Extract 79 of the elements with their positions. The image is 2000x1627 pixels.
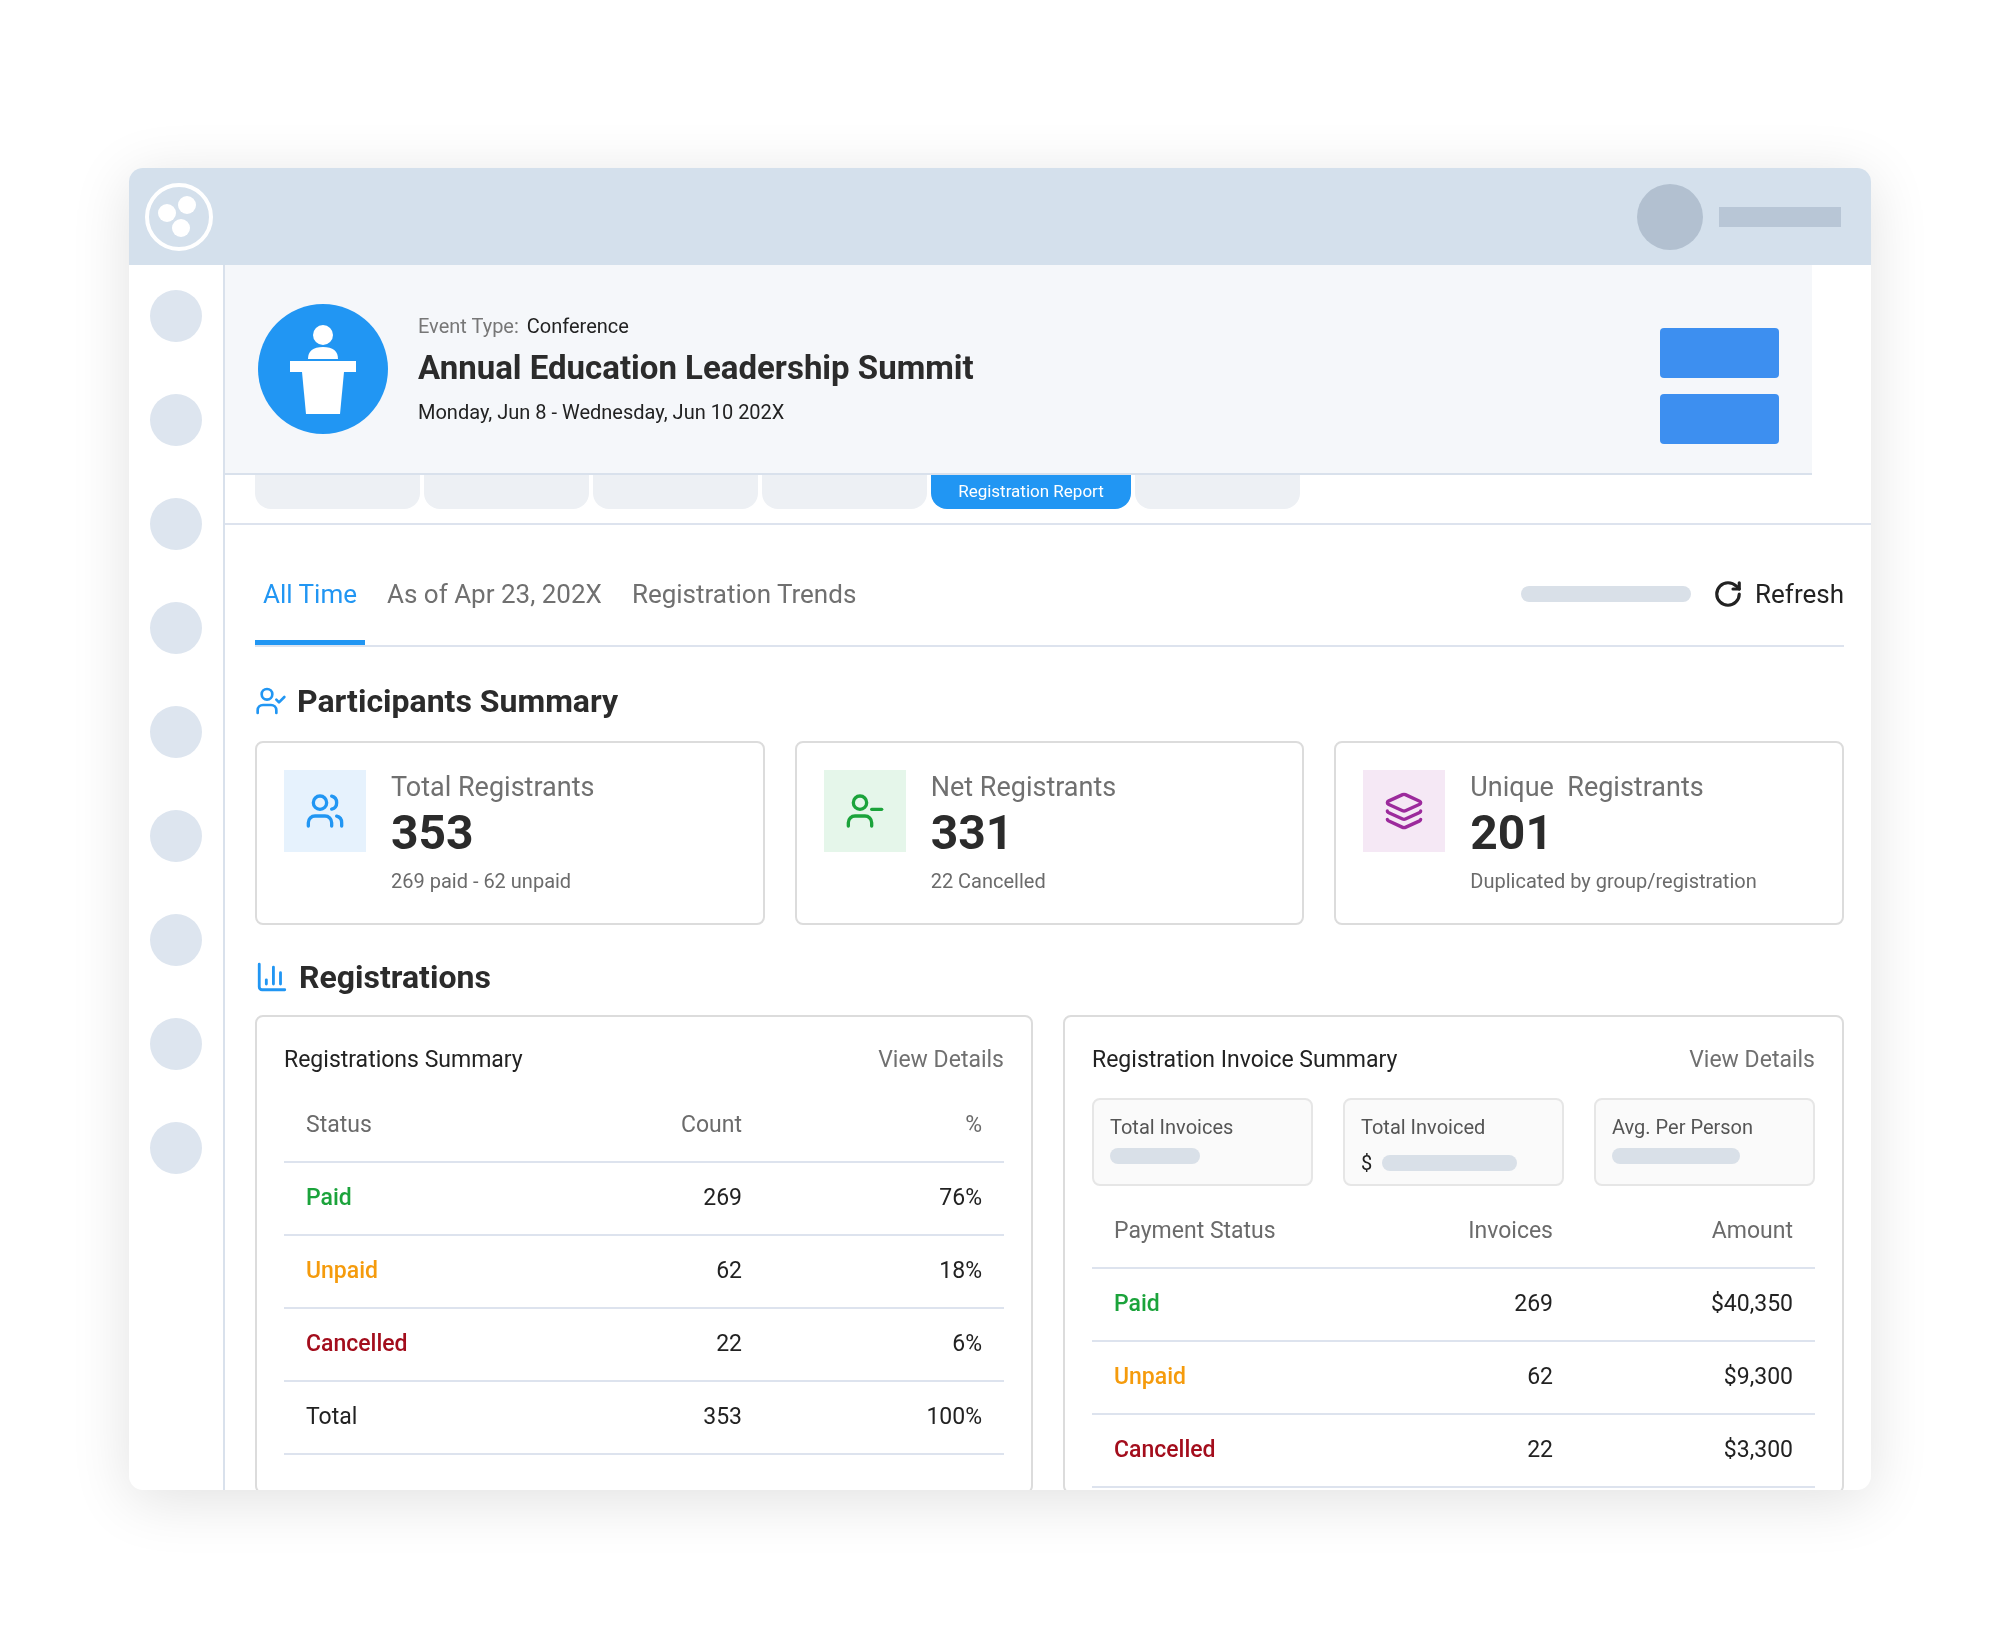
users-icon	[284, 770, 366, 852]
table-cell-text: 62	[715, 1255, 742, 1286]
refresh-button[interactable]: Refresh	[1713, 574, 1844, 614]
card-title: Net Registrants	[930, 770, 1117, 804]
logo-icon	[145, 182, 213, 251]
table-cell-text: $9,300	[1722, 1361, 1793, 1392]
sidebar-item[interactable]	[150, 290, 202, 342]
table-cell-text: Paid	[306, 1182, 353, 1213]
sidebar-item[interactable]	[150, 706, 202, 758]
sidebar-item[interactable]	[150, 914, 202, 966]
table-cell-text: 100%	[925, 1401, 982, 1432]
card-heading: Registration Invoice Summary	[1092, 1045, 1398, 1075]
table-cell-text: Total	[306, 1401, 359, 1432]
table-cell-text: 269	[1513, 1288, 1553, 1319]
nav-tab[interactable]	[593, 475, 758, 509]
nav-tab[interactable]	[762, 475, 927, 509]
stat-label: Total Invoiced	[1361, 1113, 1487, 1141]
event-dates: Monday, Jun 8 - Wednesday, Jun 10 202X	[418, 398, 786, 426]
stat-label: Total Invoices	[1110, 1113, 1235, 1141]
event-type-label: Event Type:	[418, 313, 519, 341]
nav-tab[interactable]	[1135, 475, 1300, 509]
column-header: Status	[306, 1109, 373, 1140]
card-title: Total Registrants	[391, 770, 595, 804]
table-cell-text: 22	[715, 1328, 742, 1359]
currency-symbol: $	[1361, 1149, 1373, 1177]
table-cell-text: 353	[702, 1401, 742, 1432]
card-title: Unique Registrants	[1470, 770, 1705, 804]
table-cell-text: 62	[1526, 1361, 1553, 1392]
card-value: 201	[1470, 804, 1554, 862]
nav-tab[interactable]: Registration Report	[931, 475, 1131, 509]
nav-tab[interactable]	[424, 475, 589, 509]
view-details-link[interactable]: View Details	[1689, 1043, 1815, 1078]
event-title: Annual Education Leadership Summit	[418, 347, 974, 390]
bar-chart-icon	[255, 960, 289, 994]
sidebar-item[interactable]	[150, 810, 202, 862]
column-header: %	[964, 1109, 982, 1140]
view-details-link[interactable]: View Details	[878, 1043, 1004, 1078]
card-value: 353	[391, 804, 475, 862]
table-cell-text: Unpaid	[306, 1255, 379, 1286]
table-cell-text: Cancelled	[1114, 1434, 1217, 1465]
sidebar-item[interactable]	[150, 498, 202, 550]
card-heading: Registrations Summary	[284, 1045, 523, 1075]
table-cell-text: Cancelled	[306, 1328, 409, 1359]
stat-label: Avg. Per Person	[1612, 1113, 1755, 1141]
table-cell-text: $40,350	[1709, 1288, 1793, 1319]
table-cell-text: 76%	[938, 1182, 982, 1213]
column-header: Invoices	[1467, 1215, 1553, 1246]
card-value: 331	[930, 804, 1015, 862]
table-cell-text: 18%	[938, 1255, 982, 1286]
card-note: 22 Cancelled	[930, 868, 1047, 895]
action-button[interactable]	[1660, 328, 1779, 378]
layers-icon	[1363, 770, 1446, 852]
refresh-icon	[1713, 579, 1744, 609]
sidebar-item[interactable]	[150, 1018, 202, 1070]
column-header: Payment Status	[1114, 1215, 1277, 1246]
event-type-value: Conference	[526, 313, 629, 341]
sidebar-item[interactable]	[150, 394, 202, 446]
card-note: Duplicated by group/registration	[1470, 868, 1757, 895]
section-title: Participants Summary	[297, 681, 619, 722]
table-cell-text: $3,300	[1722, 1434, 1793, 1465]
sidebar-item[interactable]	[150, 602, 202, 654]
person-check-icon	[255, 685, 287, 717]
action-button[interactable]	[1660, 394, 1779, 444]
section-title: Registrations	[299, 957, 491, 998]
table-cell-text: Paid	[1114, 1288, 1161, 1319]
sidebar-item[interactable]	[150, 1122, 202, 1174]
podium-icon	[258, 304, 388, 434]
column-header: Amount	[1710, 1215, 1793, 1246]
column-header: Count	[680, 1109, 742, 1140]
table-cell-text: Unpaid	[1114, 1361, 1187, 1392]
card-note: 269 paid - 62 unpaid	[391, 868, 573, 895]
table-cell-text: 269	[702, 1182, 742, 1213]
table-cell-text: 22	[1526, 1434, 1553, 1465]
view-tab[interactable]: All Time	[255, 548, 365, 645]
view-tab[interactable]: Registration Trends	[623, 548, 865, 645]
view-tab[interactable]: As of Apr 23, 202X	[379, 548, 610, 645]
nav-tab[interactable]	[255, 475, 420, 509]
user-minus-icon	[823, 770, 906, 852]
table-cell-text: 6%	[951, 1328, 982, 1359]
